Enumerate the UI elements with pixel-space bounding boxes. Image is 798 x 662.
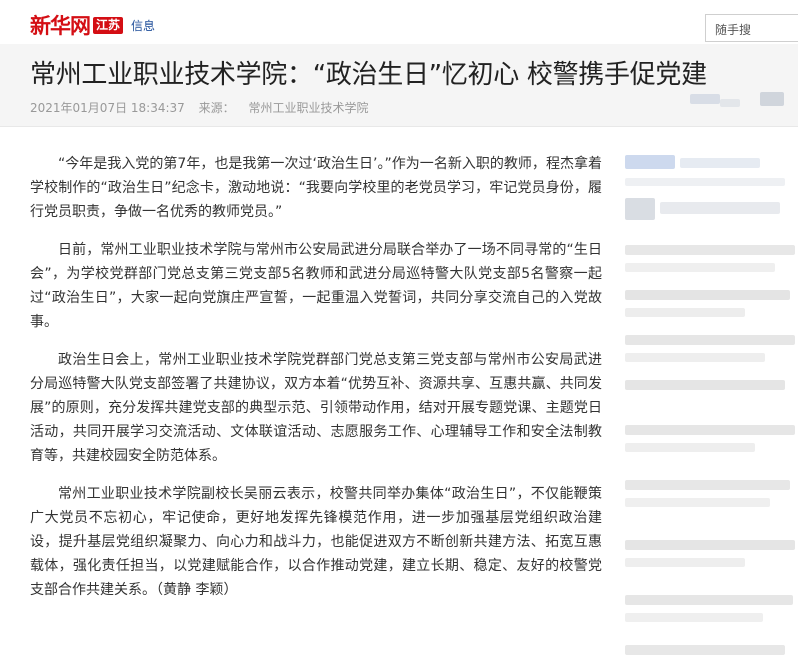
source-name: 常州工业职业技术学院 xyxy=(248,101,369,115)
blurred-block xyxy=(625,540,795,550)
article-paragraph: 日前，常州工业职业技术学院与常州市公安局武进分局联合举办了一场不同寻常的“生日会… xyxy=(30,242,602,330)
page-title: 常州工业职业技术学院：“政治生日”忆初心 校警携手促党建 xyxy=(30,60,707,90)
search-input[interactable]: 随手搜 xyxy=(705,14,798,42)
title-band: 常州工业职业技术学院：“政治生日”忆初心 校警携手促党建 2021年01月07日… xyxy=(0,44,798,127)
blurred-share-area xyxy=(690,94,720,104)
blurred-block xyxy=(625,380,785,390)
blurred-block xyxy=(625,263,775,272)
blurred-share-area xyxy=(720,99,740,107)
top-bar: 新华网 江苏 信息 随手搜 xyxy=(0,0,798,44)
blurred-block xyxy=(625,498,770,507)
channel-link[interactable]: 信息 xyxy=(131,17,155,34)
blurred-block xyxy=(625,443,755,452)
blurred-block xyxy=(625,595,793,605)
article-paragraph: 政治生日会上，常州工业职业技术学院党群部门党总支第三党支部与常州市公安局武进分局… xyxy=(30,352,602,464)
blurred-share-area xyxy=(760,92,784,106)
blurred-block xyxy=(625,613,763,622)
blurred-block xyxy=(625,425,795,435)
blurred-block xyxy=(625,353,765,362)
blurred-block xyxy=(625,480,790,490)
article-meta: 2021年01月07日 18:34:37 来源： 常州工业职业技术学院 xyxy=(30,99,378,116)
blurred-block xyxy=(625,290,790,300)
blurred-block xyxy=(625,335,795,345)
sidebar-blurred xyxy=(620,150,798,662)
blurred-block xyxy=(625,198,655,220)
logo-region-badge: 江苏 xyxy=(93,16,124,34)
blurred-block xyxy=(660,202,780,214)
site-logo[interactable]: 新华网 江苏 信息 xyxy=(30,10,155,40)
blurred-block xyxy=(625,155,675,169)
logo-main: 新华网 xyxy=(30,13,91,38)
publish-datetime: 2021年01月07日 18:34:37 xyxy=(30,101,185,115)
article-paragraph: 常州工业职业技术学院副校长吴丽云表示，校警共同举办集体“政治生日”，不仅能鞭策广… xyxy=(30,486,602,598)
blurred-block xyxy=(625,308,745,317)
blurred-block xyxy=(625,178,785,186)
article-body: “今年是我入党的第7年，也是我第一次过‘政治生日’。”作为一名新入职的教师，程杰… xyxy=(30,152,602,616)
blurred-block xyxy=(625,645,785,655)
source-label: 来源： xyxy=(198,101,235,115)
blurred-block xyxy=(625,245,795,255)
blurred-block xyxy=(680,158,760,168)
blurred-block xyxy=(625,558,745,567)
article-paragraph: “今年是我入党的第7年，也是我第一次过‘政治生日’。”作为一名新入职的教师，程杰… xyxy=(30,156,602,220)
